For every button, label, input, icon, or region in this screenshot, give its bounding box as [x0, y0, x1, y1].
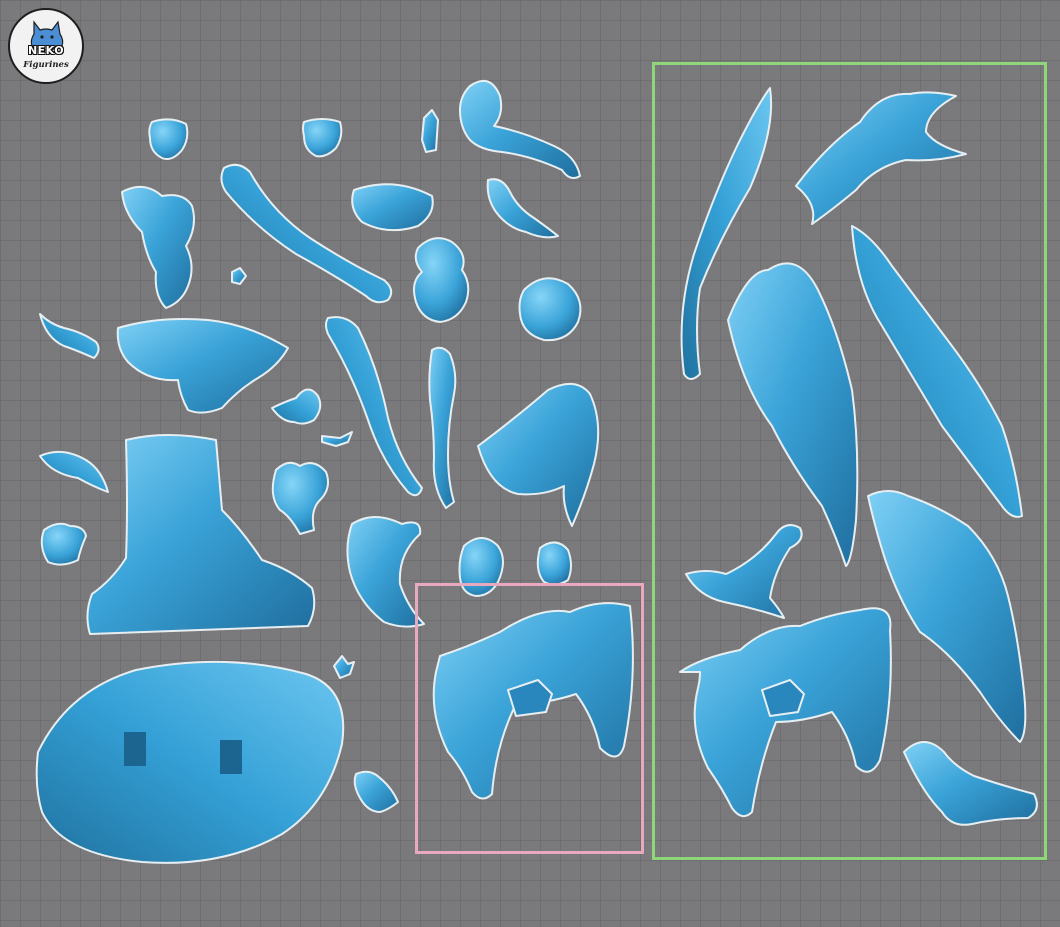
oval-base-slot-left	[124, 732, 146, 766]
cape-top-part[interactable]	[459, 79, 581, 179]
tree-stump-part[interactable]	[86, 434, 316, 635]
hat-part[interactable]	[351, 183, 434, 232]
wing-fan-part[interactable]	[477, 383, 600, 527]
tiny-star-part[interactable]	[333, 655, 355, 679]
leg-slim-part[interactable]	[428, 346, 457, 509]
torso-part[interactable]	[121, 185, 195, 309]
logo-brand-text: NEKO	[27, 44, 65, 57]
head-part[interactable]	[148, 118, 189, 160]
cherub-part[interactable]	[413, 237, 470, 323]
bow-pendant-part[interactable]	[271, 461, 329, 535]
neko-figurines-logo: NEKO Figurines	[8, 8, 84, 84]
oval-base-part[interactable]	[35, 660, 345, 864]
rose-part[interactable]	[518, 277, 582, 342]
arm-part[interactable]	[325, 316, 423, 497]
head-part-alt[interactable]	[302, 118, 343, 158]
small-figure-part[interactable]	[486, 178, 559, 239]
rock-ledge-part[interactable]	[116, 318, 289, 414]
pink-selection-box[interactable]	[415, 583, 644, 854]
gem-part[interactable]	[40, 522, 87, 566]
tiny-bow-part[interactable]	[321, 431, 353, 447]
wing-small-part[interactable]	[346, 516, 425, 628]
small-pin-part[interactable]	[421, 109, 439, 153]
tiny-figure-part[interactable]	[271, 388, 322, 425]
hair-bun-part-alt[interactable]	[536, 541, 572, 586]
leg-part[interactable]	[220, 163, 393, 304]
build-plate-viewport[interactable]: NEKO Figurines	[0, 0, 1060, 927]
leaf-part[interactable]	[39, 450, 109, 493]
green-selection-box[interactable]	[652, 62, 1047, 860]
small-bird-part[interactable]	[353, 770, 399, 813]
small-clip-part[interactable]	[231, 267, 247, 285]
hair-strand-part[interactable]	[39, 313, 100, 359]
logo-subtitle-text: Figurines	[23, 60, 69, 70]
oval-base-slot-right	[220, 740, 242, 774]
